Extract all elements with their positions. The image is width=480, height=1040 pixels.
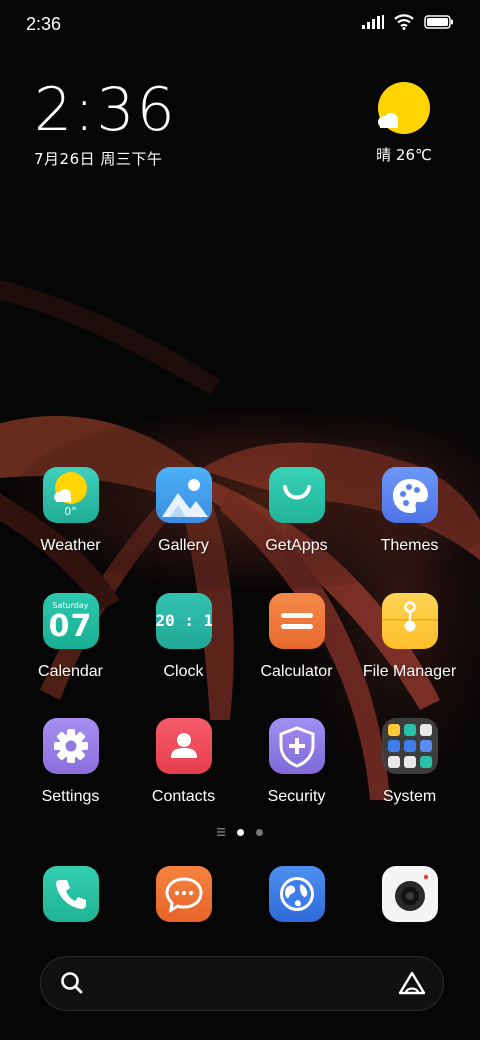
widget-date: 7月26日 周三下午 <box>34 150 163 168</box>
assistant-icon[interactable] <box>397 970 427 996</box>
app-clock[interactable]: 20 : 15 Clock <box>127 593 240 681</box>
battery-icon <box>424 15 453 29</box>
app-contacts[interactable]: Contacts <box>127 718 240 806</box>
globe-icon <box>268 866 325 922</box>
search-bar[interactable] <box>40 956 444 1011</box>
app-label: GetApps <box>265 537 328 554</box>
app-label: Calculator <box>260 663 333 680</box>
app-file-manager[interactable]: File Manager <box>353 593 466 681</box>
gear-icon <box>42 718 99 774</box>
status-time: 2:36 <box>26 14 62 34</box>
mountain-icon <box>155 467 212 523</box>
weather-temp-badge: 0° <box>64 505 77 518</box>
app-system-folder[interactable]: System <box>353 718 466 806</box>
app-gallery[interactable]: Gallery <box>127 467 240 555</box>
dock-messages[interactable] <box>127 866 240 922</box>
weather-text: 晴 26℃ <box>376 146 432 164</box>
app-label: Clock <box>163 663 204 680</box>
widget-time: 2:36 <box>34 75 177 145</box>
sun-cloud-icon <box>378 82 430 134</box>
dock-phone[interactable] <box>14 866 127 922</box>
phone-icon <box>42 866 99 922</box>
app-label: Themes <box>380 537 439 554</box>
app-label: System <box>382 788 437 805</box>
dock-camera[interactable] <box>353 866 466 922</box>
app-security[interactable]: Security <box>240 718 353 806</box>
dock-browser[interactable] <box>240 866 353 922</box>
shield-icon <box>268 718 325 774</box>
wifi-icon <box>394 14 414 30</box>
app-label: Weather <box>40 537 101 554</box>
app-getapps[interactable]: GetApps <box>240 467 353 555</box>
app-settings[interactable]: Settings <box>14 718 127 806</box>
page-indicator <box>0 828 480 836</box>
calendar-icon: Saturday 07 <box>42 593 99 649</box>
palette-icon <box>381 467 438 523</box>
app-label: Settings <box>41 788 100 805</box>
weather-app-icon: 0° <box>42 467 99 523</box>
app-label: Calendar <box>38 663 103 680</box>
signal-icon <box>362 15 384 29</box>
folder-icon <box>381 593 438 649</box>
search-icon[interactable] <box>59 970 85 996</box>
app-weather[interactable]: 0° Weather <box>14 467 127 555</box>
clock-digits: 20 : 15 <box>155 611 212 630</box>
app-label: Contacts <box>151 788 216 805</box>
list-lines-icon[interactable] <box>217 828 225 836</box>
page-dot[interactable] <box>256 828 263 836</box>
clock-widget[interactable]: 2:36 7月26日 周三下午 <box>34 78 177 169</box>
chat-bubble-icon <box>155 866 212 922</box>
status-bar: 2:36 <box>0 0 480 50</box>
camera-icon <box>381 866 438 922</box>
person-icon <box>155 718 212 774</box>
app-themes[interactable]: Themes <box>353 467 466 555</box>
shopping-bag-icon <box>268 467 325 523</box>
weather-widget[interactable]: 晴 26℃ <box>364 82 444 165</box>
page-dot-active[interactable] <box>237 828 244 836</box>
app-label: Gallery <box>158 537 209 554</box>
folder-grid-icon <box>381 718 438 774</box>
app-calendar[interactable]: Saturday 07 Calendar <box>14 593 127 681</box>
app-calculator[interactable]: Calculator <box>240 593 353 681</box>
calendar-day-number: 07 <box>48 609 93 644</box>
app-label: File Manager <box>362 663 457 680</box>
app-label: Security <box>267 788 326 805</box>
clock-icon: 20 : 15 <box>155 593 212 649</box>
equals-icon <box>268 593 325 649</box>
